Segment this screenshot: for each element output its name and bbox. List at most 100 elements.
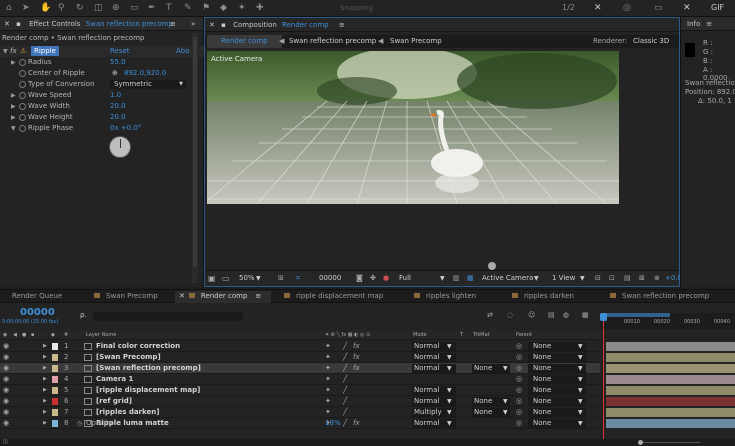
pickwhip-icon[interactable]: ◎ bbox=[516, 363, 522, 374]
layer-duration-bar[interactable] bbox=[606, 342, 735, 351]
tab-render-comp[interactable]: ✕ Render comp ≡ bbox=[179, 292, 261, 300]
eraser-icon[interactable]: ◆ bbox=[220, 3, 227, 13]
pickwhip-icon[interactable]: ◎ bbox=[516, 385, 522, 396]
zoom-dropdown[interactable]: 50% bbox=[239, 274, 255, 282]
switches-toggle-icon[interactable]: ◫ bbox=[3, 439, 8, 445]
rect-mask-icon[interactable]: ▭ bbox=[130, 3, 139, 13]
property-wave-height[interactable]: ▶ Wave Height 20.0 bbox=[0, 112, 204, 123]
time-ruler[interactable]: 00010 00020 00030 00040 bbox=[600, 313, 735, 329]
pickwhip-icon[interactable]: ◎ bbox=[516, 407, 522, 418]
eye-icon[interactable]: ◉ bbox=[3, 341, 9, 352]
playhead[interactable] bbox=[603, 313, 604, 446]
work-area-bar[interactable] bbox=[604, 313, 670, 317]
reset-link[interactable]: Reset bbox=[110, 46, 130, 57]
expand-icon[interactable]: ▶ bbox=[43, 385, 47, 396]
crosshair-icon[interactable]: ⊕ bbox=[112, 68, 118, 79]
table-row[interactable]: ◉ ▶ 3 [Swan reflection precomp] ✦ ╱ fx Normal ▼ N… bbox=[0, 363, 600, 374]
property-type-of-conversion[interactable]: Type of Conversion Symmetric ▼ bbox=[0, 79, 204, 90]
tab-ripples-lighten[interactable]: ripples lighten bbox=[414, 292, 476, 300]
property-value[interactable]: 55.0 bbox=[110, 57, 126, 68]
flowchart-icon[interactable]: ⊠ bbox=[639, 274, 645, 282]
property-wave-width[interactable]: ▶ Wave Width 20.0 bbox=[0, 101, 204, 112]
transparency-grid-icon[interactable]: ▦ bbox=[467, 274, 474, 282]
panel-expand-icon[interactable]: » bbox=[191, 17, 195, 31]
eye-icon[interactable]: ◉ bbox=[3, 374, 9, 385]
roto-brush-icon[interactable]: ✦ bbox=[238, 3, 246, 13]
label-color-chip[interactable] bbox=[52, 387, 58, 394]
tab-ripple-displacement-map[interactable]: ripple displacement map bbox=[284, 292, 383, 300]
shy-switch-icon[interactable]: ✦ bbox=[325, 374, 331, 385]
zoom-slider-handle[interactable] bbox=[638, 440, 643, 445]
layer-name[interactable]: [ripple displacement map] bbox=[96, 385, 200, 396]
close-icon[interactable]: ✕ bbox=[683, 3, 691, 13]
playhead-handle[interactable] bbox=[600, 313, 607, 321]
info-tab[interactable]: Info ≡ bbox=[681, 17, 735, 31]
panel-menu-icon[interactable]: ≡ bbox=[706, 20, 712, 28]
table-row[interactable]: ◉ ▶ 6 [ref grid] ✦ ╱ Normal ▼ None ▼ ◎ None ▼ bbox=[0, 396, 600, 407]
toggle-pixel-icon[interactable]: ⊟ bbox=[595, 274, 601, 282]
stopwatch-icon[interactable] bbox=[19, 103, 26, 110]
layer-name[interactable]: Camera 1 bbox=[96, 374, 133, 385]
color-channel-icon[interactable]: ● bbox=[383, 274, 389, 282]
current-time-display[interactable]: 00000 bbox=[20, 307, 55, 318]
eye-icon[interactable]: ◉ bbox=[3, 407, 9, 418]
grid-icon[interactable]: ⊞ bbox=[278, 274, 284, 282]
stopwatch-icon[interactable] bbox=[19, 59, 26, 66]
effect-header-ripple[interactable]: ▼ fx ⚠ Ripple Reset Abo bbox=[0, 46, 204, 57]
snapping-label[interactable]: Snapping bbox=[340, 3, 373, 13]
stopwatch-icon[interactable] bbox=[19, 81, 26, 88]
clone-stamp-icon[interactable]: ⚑ bbox=[202, 3, 210, 13]
puppet-pin-icon[interactable]: ✚ bbox=[256, 3, 264, 13]
tab-ripples-darken[interactable]: ripples darken bbox=[512, 292, 574, 300]
layer-name[interactable]: Final color correction bbox=[96, 341, 180, 352]
pan-behind-icon[interactable]: ⊕ bbox=[112, 3, 120, 13]
eye-icon[interactable]: ◉ bbox=[3, 385, 9, 396]
monitor-icon[interactable]: ▭ bbox=[222, 274, 230, 283]
scrollbar-thumb[interactable] bbox=[193, 37, 197, 267]
close-icon[interactable]: ✕ bbox=[179, 292, 185, 300]
fx-icon[interactable]: fx bbox=[353, 352, 360, 363]
label-color-chip[interactable] bbox=[52, 365, 58, 372]
stopwatch-icon[interactable] bbox=[19, 114, 26, 121]
property-value[interactable]: 1.0 bbox=[110, 90, 121, 101]
draft-3d-icon[interactable]: ◌ bbox=[507, 311, 513, 319]
property-value[interactable]: 0x +0.0° bbox=[110, 123, 141, 134]
table-row[interactable]: ◉ ▶ 2 [Swan Precomp] ✦ ╱ fx Normal ▼ ◎ None ▼ bbox=[0, 352, 600, 363]
collapse-icon[interactable]: ▼ bbox=[11, 123, 16, 134]
table-row[interactable]: ◉ ▶ 4 Camera 1 ✦ ╱ ◎ None ▼ bbox=[0, 374, 600, 385]
expand-icon[interactable]: ▶ bbox=[43, 374, 47, 385]
layer-duration-bar[interactable] bbox=[606, 408, 735, 417]
opacity-row[interactable]: ◷ Opacity 18% bbox=[0, 418, 600, 429]
close-icon[interactable]: ✕ bbox=[594, 3, 602, 13]
camera-snapshot-icon[interactable]: ◙ bbox=[356, 274, 363, 282]
stopwatch-icon[interactable] bbox=[19, 70, 26, 77]
header-layer-name[interactable]: Layer Name bbox=[86, 330, 116, 340]
shy-switch-icon[interactable]: ✦ bbox=[325, 407, 331, 418]
property-wave-speed[interactable]: ▶ Wave Speed 1.0 bbox=[0, 90, 204, 101]
camera-tool-icon[interactable]: ◫ bbox=[94, 3, 103, 13]
expand-icon[interactable]: ▶ bbox=[11, 101, 16, 112]
table-row[interactable]: ◉ ▶ 5 [ripple displacement map] ✦ ╱ Normal ▼ ◎ No… bbox=[0, 385, 600, 396]
shy-switch-icon[interactable]: ✦ bbox=[325, 363, 331, 374]
composition-tab[interactable]: ✕ ▪ Composition Render comp ≡ bbox=[205, 18, 679, 32]
fx-icon[interactable]: fx bbox=[10, 46, 17, 57]
tab-swan-precomp[interactable]: Swan Precomp bbox=[94, 292, 158, 300]
conversion-dropdown[interactable]: Symmetric ▼ bbox=[110, 80, 186, 89]
close-icon[interactable]: ✕ bbox=[209, 21, 215, 29]
property-radius[interactable]: ▶ Radius 55.0 bbox=[0, 57, 204, 68]
layer-duration-bar[interactable] bbox=[606, 397, 735, 406]
label-color-chip[interactable] bbox=[52, 343, 58, 350]
phase-dial[interactable] bbox=[109, 136, 131, 158]
search-icon[interactable]: ρ. bbox=[80, 311, 87, 319]
renderer-value[interactable]: Classic 3D bbox=[633, 35, 669, 48]
layer-duration-bar[interactable] bbox=[606, 419, 735, 428]
comp-mini-flowchart-icon[interactable]: ⇄ bbox=[487, 311, 493, 319]
about-link[interactable]: Abo bbox=[176, 46, 190, 57]
zoom-slider[interactable] bbox=[640, 442, 700, 443]
fx-icon[interactable]: fx bbox=[353, 363, 360, 374]
zoom-tool-icon[interactable]: ⚲ bbox=[58, 3, 65, 13]
show-snapshot-icon[interactable]: ✤ bbox=[370, 274, 376, 282]
fast-previews-icon[interactable]: ⊡ bbox=[609, 274, 615, 282]
expand-icon[interactable]: ▶ bbox=[11, 57, 16, 68]
collapse-icon[interactable]: ▼ bbox=[3, 46, 8, 57]
